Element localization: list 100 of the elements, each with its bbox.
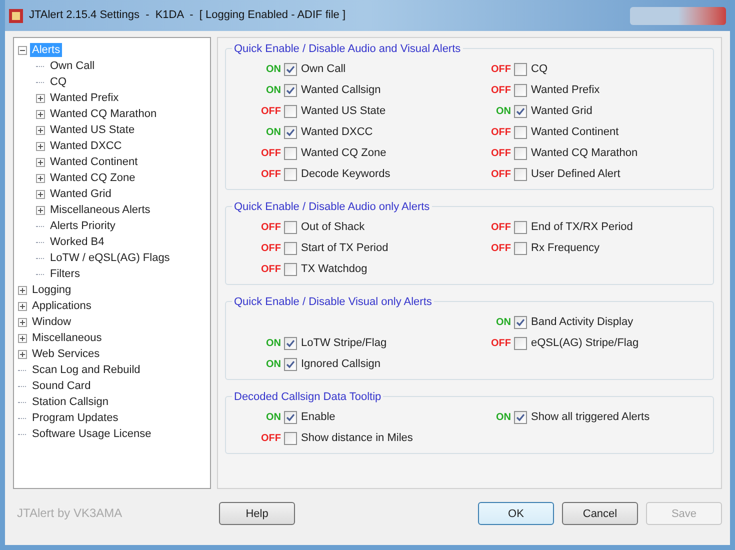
checkbox[interactable] <box>284 168 297 181</box>
dialog-button[interactable]: Help <box>219 502 295 526</box>
status-label: ON <box>495 411 512 425</box>
checkbox-label: Wanted Callsign <box>301 83 381 98</box>
status-label: ON <box>265 358 282 372</box>
tree-item[interactable]: Station Callsign <box>30 395 110 409</box>
group-title: Quick Enable / Disable Audio and Visual Alerts <box>232 41 463 58</box>
checkbox-label: Wanted Continent <box>531 125 619 140</box>
checkbox[interactable] <box>284 242 297 255</box>
checkbox[interactable] <box>514 242 527 255</box>
group-title: Quick Enable / Disable Audio only Alerts <box>232 199 432 216</box>
checkbox-label: Own Call <box>301 62 346 78</box>
expand-icon[interactable] <box>18 350 27 358</box>
checkbox[interactable] <box>284 337 297 350</box>
checkbox-label: LoTW Stripe/Flag <box>301 336 387 352</box>
expand-icon[interactable] <box>36 126 45 134</box>
tree-item[interactable]: Wanted DXCC <box>48 139 124 153</box>
tree-item[interactable]: Miscellaneous <box>30 331 104 345</box>
status-label: OFF <box>490 84 512 98</box>
checkbox-label: eQSL(AG) Stripe/Flag <box>531 336 639 352</box>
tree-item[interactable]: Software Usage License <box>30 427 154 441</box>
status-label: OFF <box>260 221 282 235</box>
checkbox[interactable] <box>284 221 297 234</box>
tree-item[interactable]: Worked B4 <box>48 235 106 249</box>
expand-icon[interactable] <box>36 110 45 118</box>
tree-item[interactable]: Sound Card <box>30 379 93 393</box>
checkbox[interactable] <box>514 316 527 329</box>
checkbox[interactable] <box>284 105 297 118</box>
tree-item[interactable]: Wanted Grid <box>48 187 114 201</box>
tree-item[interactable]: Miscellaneous Alerts <box>48 203 152 217</box>
status-label: OFF <box>260 432 282 446</box>
checkbox[interactable] <box>514 63 527 76</box>
checkbox-label: Out of Shack <box>301 220 365 236</box>
checkbox[interactable] <box>514 126 527 139</box>
tree-item[interactable]: CQ <box>48 75 68 89</box>
tree-item[interactable]: Wanted US State <box>48 123 137 137</box>
status-label: OFF <box>490 168 512 182</box>
tree-item[interactable]: Wanted Prefix <box>48 91 121 105</box>
expand-icon[interactable] <box>36 94 45 102</box>
status-label: OFF <box>490 147 512 161</box>
status-label: OFF <box>490 126 512 140</box>
tree-item[interactable]: Wanted CQ Marathon <box>48 107 159 121</box>
tree-item[interactable]: Applications <box>30 299 94 313</box>
expand-icon[interactable] <box>36 190 45 198</box>
checkbox[interactable] <box>514 105 527 118</box>
app-icon <box>9 8 23 22</box>
tree-item[interactable]: Wanted Continent <box>48 155 140 169</box>
expand-icon[interactable] <box>18 286 27 294</box>
checkbox-label: Decode Keywords <box>301 167 390 182</box>
checkbox[interactable] <box>514 147 527 160</box>
checkbox-label: User Defined Alert <box>531 167 620 182</box>
tree-item[interactable]: Logging <box>30 283 74 297</box>
status-label: ON <box>495 316 512 330</box>
tree-item[interactable]: Window <box>30 315 74 329</box>
checkbox[interactable] <box>284 358 297 371</box>
expand-icon[interactable] <box>36 158 45 166</box>
checkbox[interactable] <box>284 411 297 424</box>
checkbox-label: CQ <box>531 62 548 78</box>
checkbox[interactable] <box>284 432 297 445</box>
checkbox-label: Rx Frequency <box>531 241 600 256</box>
checkbox-label: Show all triggered Alerts <box>531 410 650 426</box>
status-label: OFF <box>260 147 282 161</box>
checkbox[interactable] <box>284 84 297 97</box>
checkbox-label: Ignored Callsign <box>301 357 380 372</box>
checkbox[interactable] <box>284 63 297 76</box>
expand-icon[interactable] <box>36 206 45 214</box>
checkbox[interactable] <box>284 263 297 276</box>
checkbox-label: Wanted Prefix <box>531 83 600 98</box>
expand-icon[interactable] <box>18 302 27 310</box>
status-label: OFF <box>490 221 512 235</box>
dialog-button[interactable]: Cancel <box>562 502 638 526</box>
checkbox[interactable] <box>514 84 527 97</box>
expand-icon[interactable] <box>36 142 45 150</box>
checkbox[interactable] <box>284 126 297 139</box>
checkbox[interactable] <box>514 221 527 234</box>
tree-item[interactable]: Program Updates <box>30 411 120 425</box>
checkbox[interactable] <box>514 411 527 424</box>
checkbox[interactable] <box>284 147 297 160</box>
checkbox-label: Show distance in Miles <box>301 431 413 446</box>
tree-item[interactable]: Filters <box>48 267 82 281</box>
tree-item[interactable]: Alerts Priority <box>48 219 118 233</box>
status-label: ON <box>265 84 282 98</box>
checkbox[interactable] <box>514 168 527 181</box>
tree-item[interactable]: Web Services <box>30 347 102 361</box>
expand-icon[interactable] <box>18 334 27 342</box>
checkbox[interactable] <box>514 337 527 350</box>
status-label: ON <box>265 411 282 425</box>
status-label: OFF <box>490 242 512 256</box>
tree-item[interactable]: Wanted CQ Zone <box>48 171 138 185</box>
window-title: JTAlert 2.15.4 Settings - K1DA - [ Logging Enabled - ADIF file ] <box>29 8 346 24</box>
checkbox-label: Band Activity Display <box>531 315 634 330</box>
tree-item[interactable]: Scan Log and Rebuild <box>30 363 142 377</box>
tree-item[interactable]: LoTW / eQSL(AG) Flags <box>48 251 172 265</box>
default-button[interactable]: OK <box>478 502 554 526</box>
expand-icon[interactable] <box>18 318 27 326</box>
collapse-icon[interactable] <box>18 46 27 54</box>
checkbox-label: Wanted DXCC <box>301 125 373 140</box>
expand-icon[interactable] <box>36 174 45 182</box>
checkbox-label: End of TX/RX Period <box>531 220 633 236</box>
tree-item[interactable]: Own Call <box>48 59 97 73</box>
